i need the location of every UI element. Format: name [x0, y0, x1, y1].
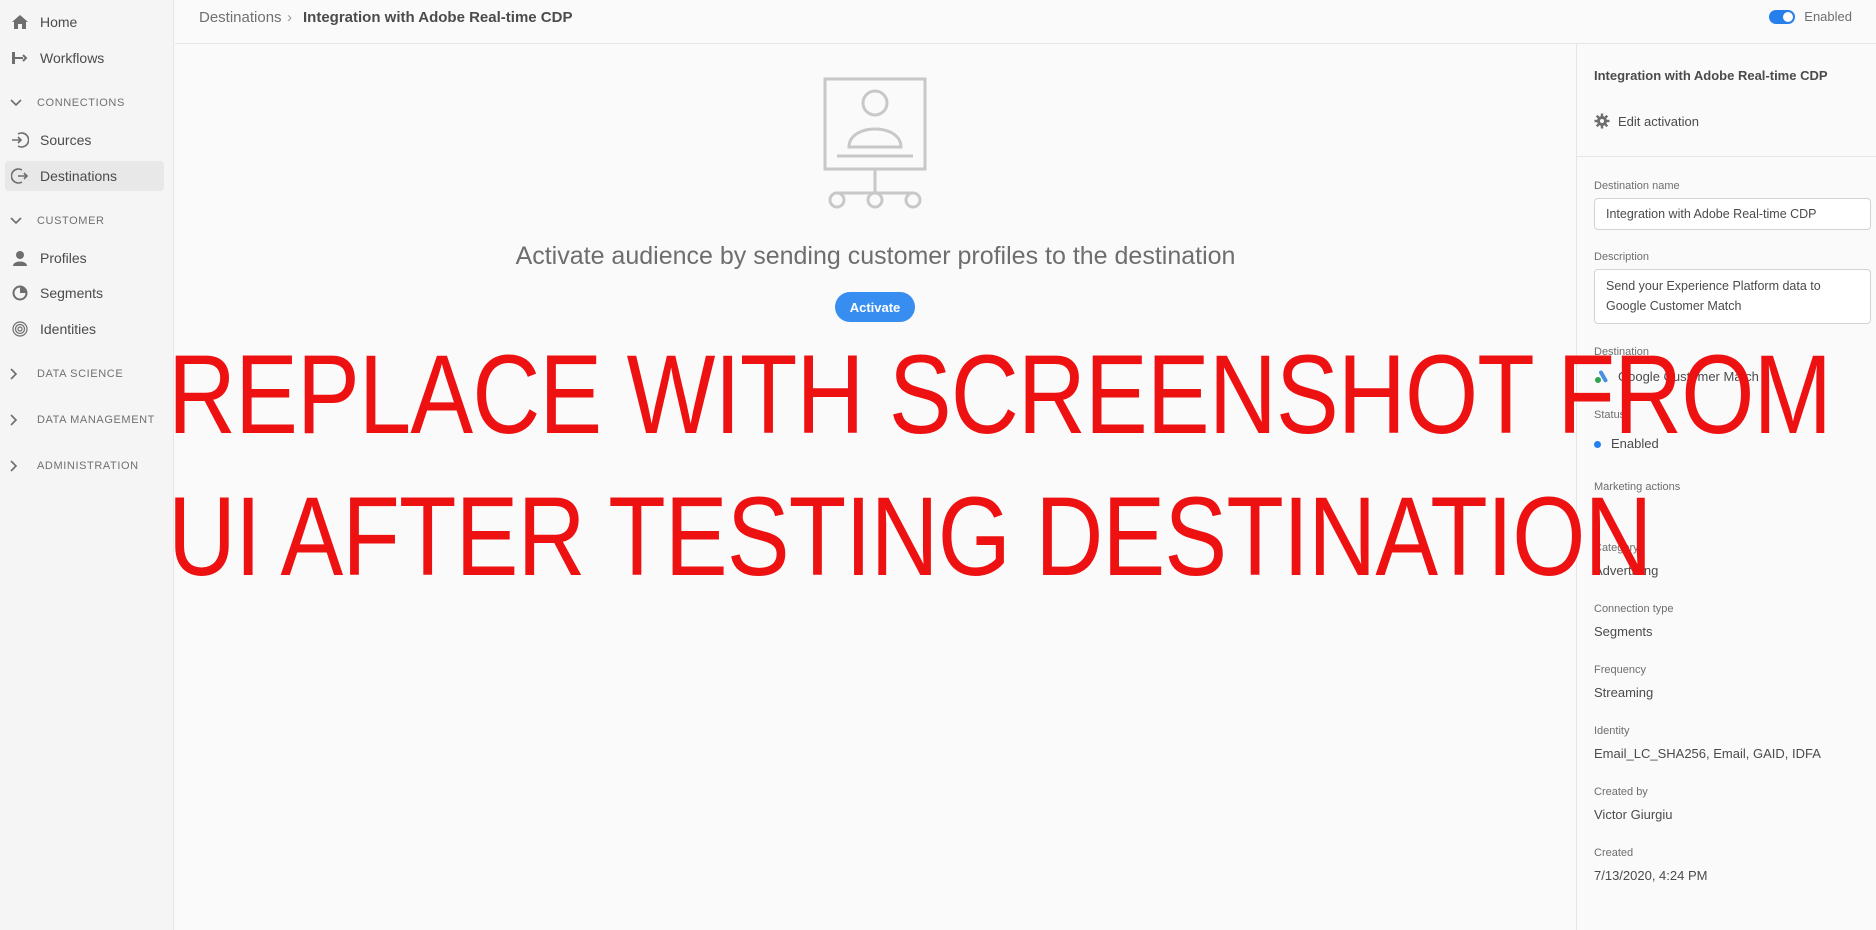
chevron-down-icon	[10, 99, 28, 107]
enabled-toggle-group: Enabled	[1769, 9, 1852, 24]
section-data-science[interactable]: DATA SCIENCE	[10, 363, 123, 385]
edit-activation-label: Edit activation	[1618, 113, 1699, 129]
category-value: Advertising	[1594, 563, 1659, 578]
sidebar-item-label: Workflows	[40, 50, 105, 66]
chevron-down-icon	[10, 217, 28, 225]
sidebar-item-segments[interactable]: Segments	[5, 278, 164, 308]
google-ads-icon	[1594, 368, 1610, 384]
section-customer[interactable]: CUSTOMER	[10, 210, 105, 232]
sidebar-item-sources[interactable]: Sources	[5, 125, 164, 155]
section-label: CONNECTIONS	[37, 97, 125, 109]
destination-name-field[interactable]	[1594, 198, 1871, 230]
activate-button[interactable]: Activate	[835, 292, 915, 322]
fingerprint-icon	[10, 319, 30, 339]
panel-title: Integration with Adobe Real-time CDP	[1594, 68, 1828, 83]
section-label: DATA MANAGEMENT	[37, 414, 155, 426]
chevron-right-icon	[10, 460, 28, 472]
main-content: Activate audience by sending customer pr…	[175, 44, 1576, 930]
destinations-icon	[10, 166, 30, 186]
profile-board-icon	[821, 77, 931, 214]
sidebar-item-label: Identities	[40, 321, 97, 337]
gear-icon	[1594, 113, 1610, 129]
created-by-label: Created by	[1594, 786, 1648, 798]
status-dot	[1594, 441, 1601, 449]
section-label: ADMINISTRATION	[37, 460, 139, 472]
breadcrumb-separator: ›	[287, 9, 292, 26]
status-value: Enabled	[1594, 436, 1659, 451]
connection-type-value: Segments	[1594, 624, 1653, 639]
workflows-icon	[10, 48, 30, 68]
sidebar-item-destinations[interactable]: Destinations	[5, 161, 164, 191]
marketing-actions-value: -	[1594, 503, 1599, 518]
profiles-icon	[10, 248, 30, 268]
marketing-actions-label: Marketing actions	[1594, 481, 1681, 493]
connection-type-label: Connection type	[1594, 603, 1674, 615]
identity-value: Email_LC_SHA256, Email, GAID, IDFA	[1594, 746, 1821, 761]
sidebar: Home Workflows CONNECTIONS Sources Desti…	[0, 0, 174, 930]
breadcrumb-destinations[interactable]: Destinations	[199, 9, 282, 26]
identity-label: Identity	[1594, 725, 1630, 737]
sidebar-item-label: Sources	[40, 132, 92, 148]
created-value: 7/13/2020, 4:24 PM	[1594, 868, 1708, 883]
toggle-label: Enabled	[1804, 9, 1852, 24]
category-label: Category	[1594, 542, 1639, 554]
status-label: Status	[1594, 409, 1626, 421]
destination-value-text: Google Customer Match	[1618, 368, 1759, 384]
section-label: CUSTOMER	[37, 215, 105, 227]
created-label: Created	[1594, 847, 1634, 859]
sidebar-item-home[interactable]: Home	[5, 7, 164, 37]
sidebar-item-label: Home	[40, 14, 78, 30]
sources-icon	[10, 130, 30, 150]
enabled-toggle[interactable]	[1769, 9, 1796, 24]
sidebar-item-profiles[interactable]: Profiles	[5, 243, 164, 273]
sidebar-item-identities[interactable]: Identities	[5, 314, 164, 344]
sidebar-item-label: Destinations	[40, 168, 118, 184]
description-field[interactable]: Send your Experience Platform data to Go…	[1594, 269, 1871, 324]
page-title: Integration with Adobe Real-time CDP	[303, 9, 573, 26]
home-icon	[10, 12, 30, 32]
sidebar-item-label: Segments	[40, 285, 104, 301]
top-bar: Destinations › Integration with Adobe Re…	[175, 0, 1876, 44]
frequency-value: Streaming	[1594, 685, 1654, 700]
edit-activation-button[interactable]: Edit activation	[1594, 113, 1699, 129]
created-by-value: Victor Giurgiu	[1594, 807, 1673, 822]
empty-state-message: Activate audience by sending customer pr…	[515, 242, 1236, 270]
frequency-label: Frequency	[1594, 664, 1646, 676]
sidebar-item-label: Profiles	[40, 250, 87, 266]
status-text: Enabled	[1611, 436, 1659, 451]
destination-name-label: Destination name	[1594, 180, 1680, 192]
section-label: DATA SCIENCE	[37, 368, 124, 380]
destination-label: Destination	[1594, 346, 1650, 358]
chevron-right-icon	[10, 368, 28, 380]
section-connections[interactable]: CONNECTIONS	[10, 92, 125, 114]
section-data-management[interactable]: DATA MANAGEMENT	[10, 409, 155, 431]
details-panel: Integration with Adobe Real-time CDP Edi…	[1576, 44, 1876, 930]
sidebar-item-workflows[interactable]: Workflows	[5, 43, 164, 73]
description-label: Description	[1594, 251, 1650, 263]
panel-divider	[1577, 156, 1876, 157]
segments-icon	[10, 283, 30, 303]
destination-value: Google Customer Match	[1594, 368, 1759, 384]
section-administration[interactable]: ADMINISTRATION	[10, 455, 139, 477]
chevron-right-icon	[10, 414, 28, 426]
